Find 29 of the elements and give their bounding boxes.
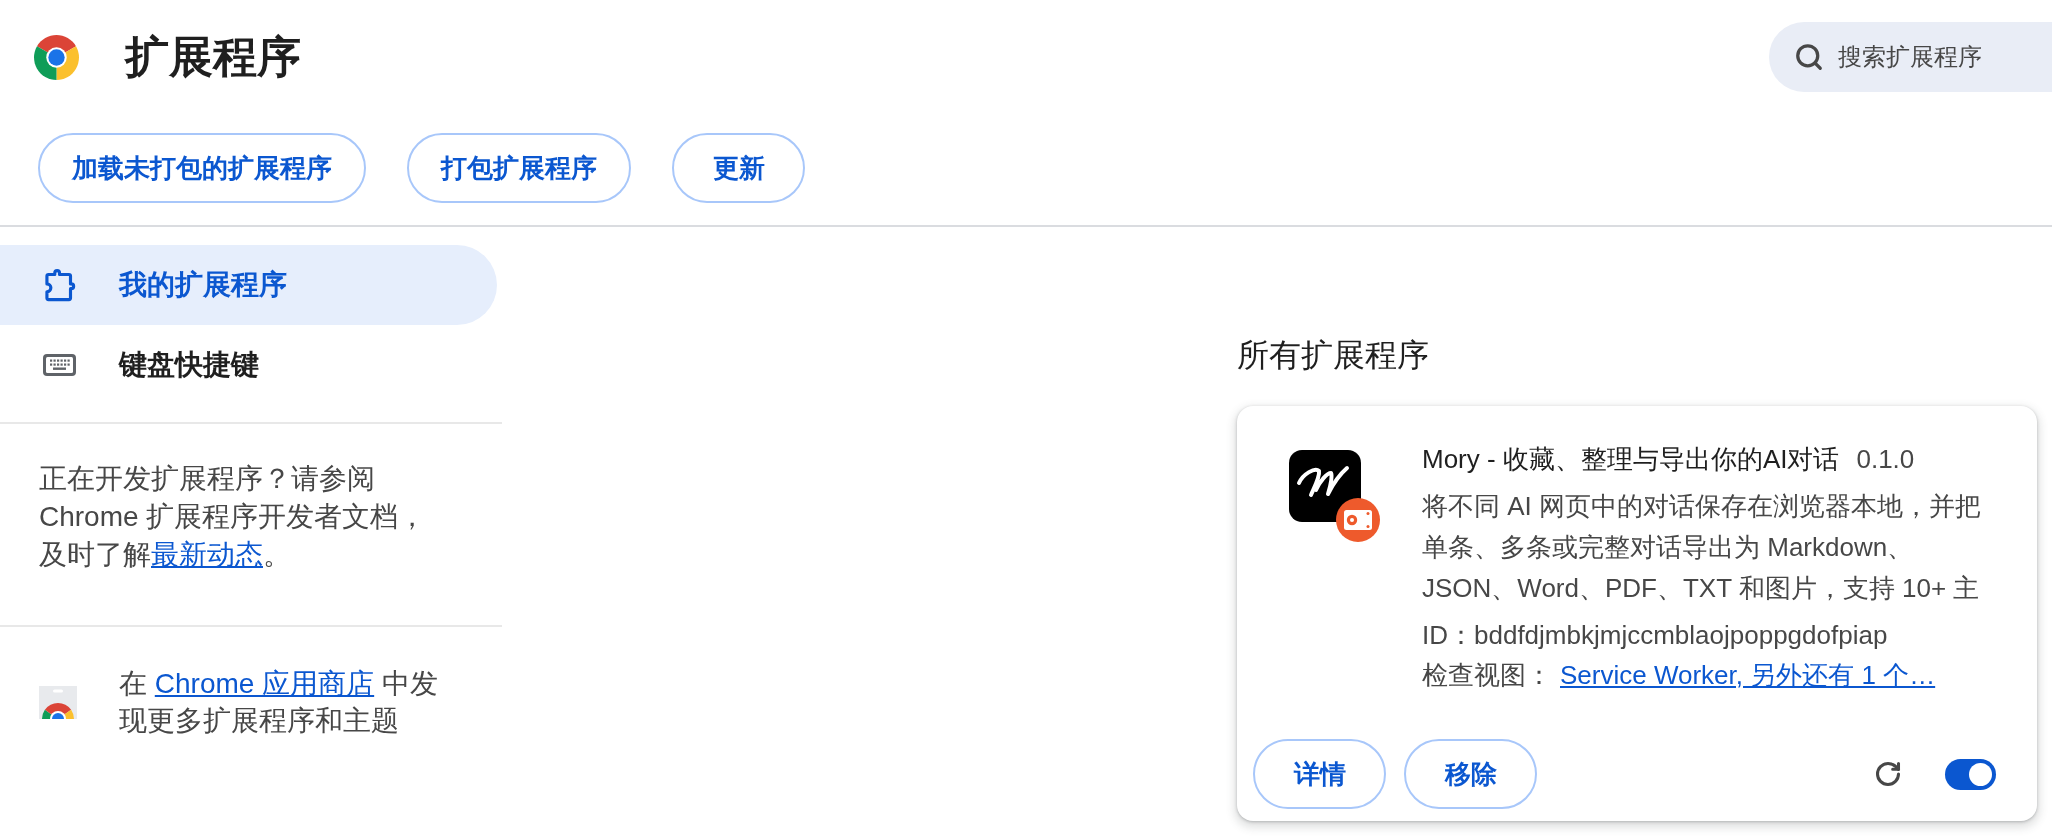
store-note: 在 Chrome 应用商店 中发现更多扩展程序和主题 — [119, 667, 439, 738]
app-logo-icon — [1289, 450, 1361, 522]
badge-icon — [1336, 498, 1380, 542]
keyboard-icon — [43, 354, 76, 376]
remove-button[interactable]: 移除 — [1404, 739, 1537, 809]
page-title: 扩展程序 — [125, 31, 301, 83]
extension-version: 0.1.0 — [1856, 443, 1915, 476]
logo-icon — [34, 34, 79, 80]
web-store-link[interactable]: Chrome 应用商店 — [154, 668, 375, 699]
nav-item[interactable]: 我的扩展程序 — [0, 245, 497, 325]
puzzle-icon — [43, 268, 76, 302]
enable-toggle[interactable] — [1945, 758, 1996, 790]
section-title: 所有扩展程序 — [1237, 336, 1429, 375]
load-unpacked-button[interactable]: 加载未打包的扩展程序 — [38, 133, 366, 203]
extension-description: 将不同 AI 网页中的对话保存在浏览器本地，并把单条、多条或完整对话导出为 Markdown、JSON、Word、PDF、TXT 和图片，支持 10+ 主 — [1422, 490, 1982, 605]
reload-icon[interactable] — [1874, 760, 1902, 788]
inspect-label: 检查视图： — [1422, 659, 1552, 692]
details-button[interactable]: 详情 — [1253, 739, 1386, 809]
nav-item[interactable]: 键盘快捷键 — [0, 325, 497, 405]
search-field[interactable]: 搜索扩展程序 — [1769, 22, 2052, 92]
developer-note: 正在开发扩展程序？请参阅 Chrome 扩展程序开发者文档，及时了解最新动态。 — [39, 462, 428, 572]
extension-id: ID：bddfdjmbkjmjccmblaojpoppgdofpiap — [1422, 619, 1889, 652]
update-button[interactable]: 更新 — [672, 133, 805, 203]
latest-news-link[interactable]: 最新动态 — [151, 539, 263, 570]
pack-extension-button[interactable]: 打包扩展程序 — [407, 133, 631, 203]
inspect-views-link[interactable]: Service Worker, 另外还有 1 个… — [1560, 655, 1936, 695]
search-icon — [1794, 42, 1824, 72]
extension-name: Mory - 收藏、整理与导出你的AI对话 — [1422, 443, 1840, 476]
store-bag-icon — [39, 685, 77, 719]
